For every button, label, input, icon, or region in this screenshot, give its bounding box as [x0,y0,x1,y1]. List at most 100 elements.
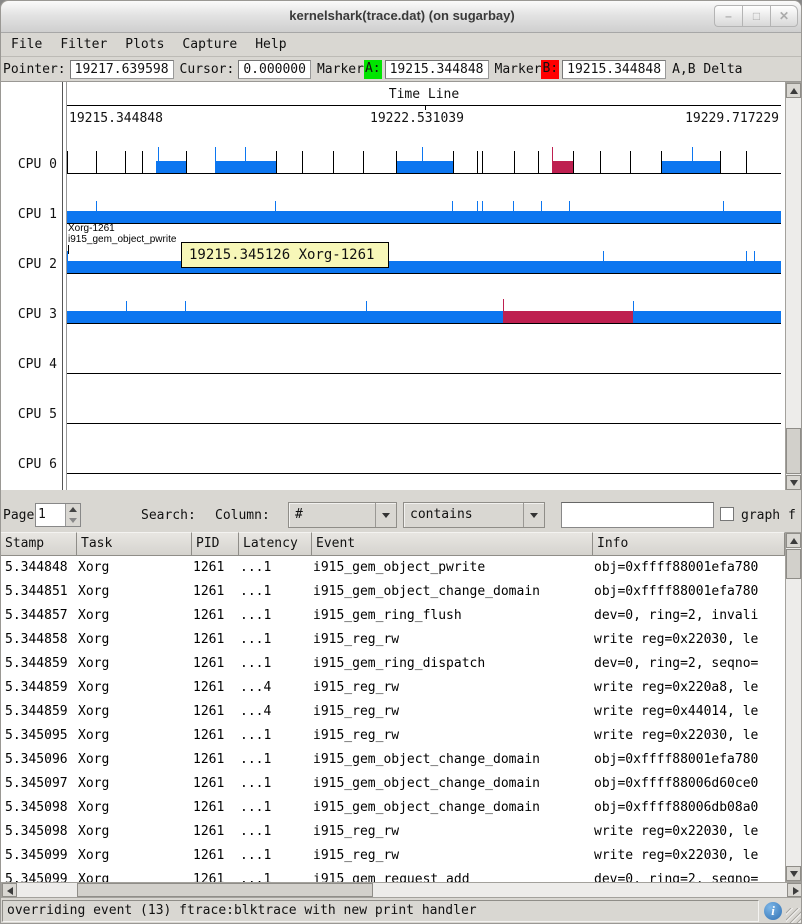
event-tick[interactable] [363,151,364,173]
event-tick[interactable] [245,147,246,173]
scroll-down-button[interactable] [786,475,801,490]
table-cell[interactable]: Xorg [74,676,189,700]
table-row[interactable]: 5.344857Xorg1261...1i915_gem_ring_flushd… [1,604,785,628]
marker-b-badge[interactable]: B: [541,60,559,79]
table-cell[interactable]: dev=0, ring=2, invali [590,604,782,628]
timeline-bar[interactable] [396,161,453,173]
table-cell[interactable]: i915_reg_rw [309,724,590,748]
scroll-down-button[interactable] [786,866,801,881]
marker-a-badge[interactable]: A: [364,60,382,79]
event-tick[interactable] [569,201,570,211]
timeline-bar[interactable] [67,211,781,223]
scroll-left-button[interactable] [2,883,17,897]
event-tick[interactable] [482,201,483,211]
menu-filter[interactable]: Filter [60,37,107,52]
event-tick[interactable] [125,151,126,173]
search-input[interactable] [561,502,714,528]
maximize-button[interactable]: □ [742,5,770,27]
table-cell[interactable]: ...1 [236,796,309,820]
scroll-right-button[interactable] [787,883,802,897]
event-tick[interactable] [477,151,478,173]
column-header-event[interactable]: Event [312,532,593,556]
pane-splitter[interactable]: ········ [1,490,802,499]
event-tick[interactable] [503,299,504,311]
table-cell[interactable]: 1261 [189,580,236,604]
event-tick[interactable] [396,151,397,173]
table-row[interactable]: 5.344851Xorg1261...1i915_gem_object_chan… [1,580,785,604]
event-tick[interactable] [275,201,276,211]
table-cell[interactable]: Xorg [74,700,189,724]
table-cell[interactable]: 1261 [189,796,236,820]
table-cell[interactable]: write reg=0x22030, le [590,628,782,652]
timeline-bar[interactable] [503,311,633,323]
table-cell[interactable]: Xorg [74,820,189,844]
event-tick[interactable] [366,301,367,311]
menu-help[interactable]: Help [255,37,286,52]
event-tick[interactable] [333,151,334,173]
event-tick[interactable] [215,147,216,173]
table-vertical-scrollbar[interactable] [785,532,802,882]
table-cell[interactable]: i915_gem_object_change_domain [309,772,590,796]
table-cell[interactable]: Xorg [74,748,189,772]
table-cell[interactable]: ...1 [236,868,309,882]
table-cell[interactable]: 5.345099 [1,844,74,868]
table-cell[interactable]: 1261 [189,724,236,748]
close-button[interactable]: ✕ [770,5,798,27]
event-tick[interactable] [600,151,601,173]
table-cell[interactable]: obj=0xffff88006d60ce0 [590,772,782,796]
event-tick[interactable] [186,151,187,173]
scrollbar-thumb[interactable] [786,428,801,474]
table-cell[interactable]: 1261 [189,868,236,882]
table-cell[interactable]: ...1 [236,580,309,604]
menu-plots[interactable]: Plots [125,37,164,52]
table-cell[interactable]: 1261 [189,676,236,700]
table-row[interactable]: 5.344858Xorg1261...1i915_reg_rwwrite reg… [1,628,785,652]
table-cell[interactable]: Xorg [74,868,189,882]
event-tick[interactable] [630,151,631,173]
table-cell[interactable]: 1261 [189,628,236,652]
event-tick[interactable] [477,201,478,211]
event-tick[interactable] [126,301,127,311]
table-cell[interactable]: write reg=0x22030, le [590,820,782,844]
table-cell[interactable]: i915_reg_rw [309,844,590,868]
column-header-pid[interactable]: PID [192,532,239,556]
menu-capture[interactable]: Capture [182,37,237,52]
table-cell[interactable]: obj=0xffff88001efa780 [590,748,782,772]
event-tick[interactable] [552,147,553,173]
table-cell[interactable]: i915_reg_rw [309,676,590,700]
table-cell[interactable]: 5.344858 [1,628,74,652]
table-cell[interactable]: obj=0xffff88001efa780 [590,556,782,580]
table-cell[interactable]: 1261 [189,556,236,580]
table-cell[interactable]: 5.344857 [1,604,74,628]
timeline-bar[interactable] [156,161,186,173]
event-tick[interactable] [513,201,514,211]
table-cell[interactable]: write reg=0x22030, le [590,724,782,748]
table-row[interactable]: 5.345098Xorg1261...1i915_reg_rwwrite reg… [1,820,785,844]
table-cell[interactable]: 1261 [189,772,236,796]
table-cell[interactable]: ...4 [236,676,309,700]
table-cell[interactable]: 5.344851 [1,580,74,604]
table-cell[interactable]: 1261 [189,820,236,844]
table-cell[interactable]: 1261 [189,604,236,628]
table-cell[interactable]: i915_reg_rw [309,700,590,724]
event-tick[interactable] [96,201,97,211]
table-cell[interactable]: i915_gem_ring_dispatch [309,652,590,676]
table-cell[interactable]: i915_gem_object_change_domain [309,748,590,772]
event-tick[interactable] [96,151,97,173]
graph-follows-checkbox[interactable] [720,507,734,521]
table-cell[interactable]: obj=0xffff88006db08a0 [590,796,782,820]
table-cell[interactable]: Xorg [74,556,189,580]
table-cell[interactable]: 5.345098 [1,796,74,820]
page-spinner[interactable]: 1 [35,503,81,527]
table-row[interactable]: 5.345098Xorg1261...1i915_gem_object_chan… [1,796,785,820]
minimize-button[interactable]: – [714,5,742,27]
event-tick[interactable] [746,151,747,173]
table-cell[interactable]: 5.345098 [1,820,74,844]
table-cell[interactable]: i915_gem_ring_flush [309,604,590,628]
table-cell[interactable]: 5.345096 [1,748,74,772]
table-cell[interactable]: ...1 [236,748,309,772]
info-icon[interactable]: i [764,902,782,920]
table-row[interactable]: 5.344859Xorg1261...1i915_gem_ring_dispat… [1,652,785,676]
column-header-stamp[interactable]: Stamp [1,532,77,556]
table-cell[interactable]: i915_gem_object_change_domain [309,796,590,820]
